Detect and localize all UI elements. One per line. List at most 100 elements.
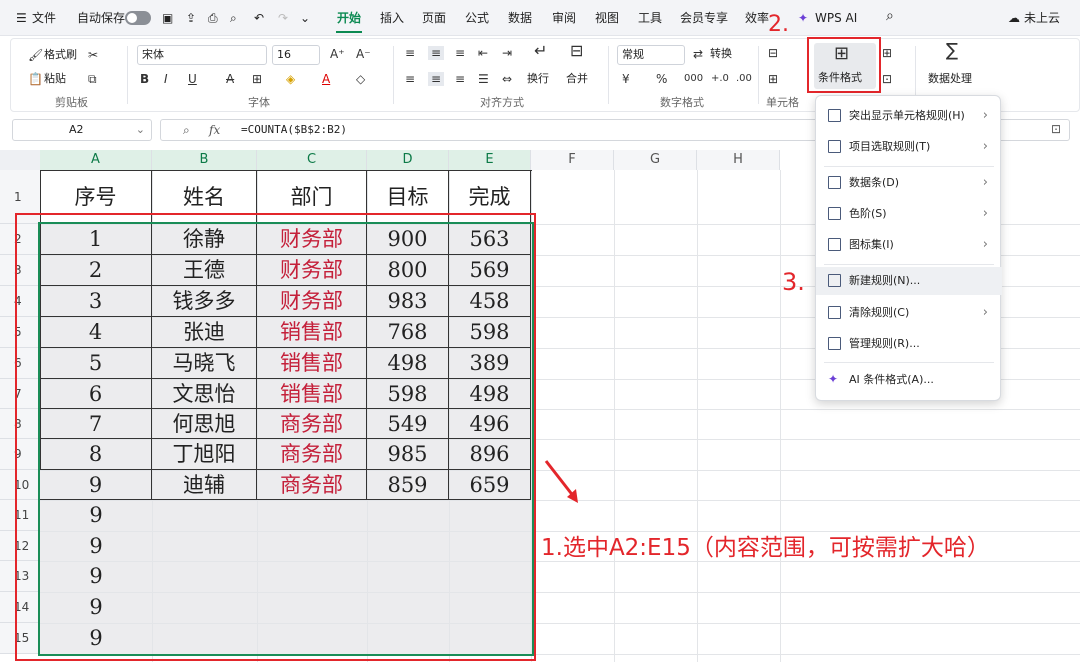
chevron-right-icon: › bbox=[982, 305, 988, 320]
manage-rules-icon bbox=[828, 337, 841, 350]
convert-button[interactable]: 转换 bbox=[710, 47, 732, 61]
hamburger-icon[interactable]: ☰ bbox=[16, 10, 27, 26]
table-style-icon[interactable]: ⊞ bbox=[882, 46, 892, 60]
decrease-font-icon[interactable]: A⁻ bbox=[356, 47, 371, 61]
column-header-C[interactable]: C bbox=[257, 150, 367, 170]
row-col-icon[interactable]: ⊞ bbox=[768, 72, 778, 86]
column-header-B[interactable]: B bbox=[152, 150, 257, 170]
redo-icon[interactable]: ↷ bbox=[278, 10, 288, 26]
tab-tools[interactable]: 工具 bbox=[638, 10, 662, 26]
tab-formula[interactable]: 公式 bbox=[465, 10, 489, 26]
italic-icon[interactable]: I bbox=[164, 72, 168, 86]
fx-icon[interactable]: fx bbox=[209, 123, 220, 137]
cell-style-icon[interactable]: ⊡ bbox=[882, 72, 892, 86]
chevron-down-icon[interactable]: ⌄ bbox=[136, 120, 145, 140]
format-painter-button[interactable]: 格式刷 bbox=[44, 48, 77, 62]
column-header-E[interactable]: E bbox=[449, 150, 531, 170]
divider bbox=[127, 46, 128, 104]
clear-format-icon[interactable]: ◇ bbox=[356, 72, 365, 86]
chevron-down-icon[interactable]: ⌄ bbox=[300, 10, 310, 26]
menu-item-new-rule[interactable]: 新建规则(N)... bbox=[816, 267, 1002, 295]
strikethrough-icon[interactable]: A bbox=[226, 72, 234, 86]
step3-label: 3. bbox=[782, 268, 805, 296]
tab-home[interactable]: 开始 bbox=[337, 10, 361, 26]
file-menu[interactable]: 文件 bbox=[32, 10, 56, 26]
tab-view[interactable]: 视图 bbox=[595, 10, 619, 26]
print-icon[interactable]: ⎙ bbox=[208, 10, 218, 26]
column-header-F[interactable]: F bbox=[531, 150, 614, 170]
copy-icon[interactable]: ⧉ bbox=[88, 72, 97, 86]
menu-item-label: 清除规则(C) bbox=[849, 306, 910, 319]
justify-icon[interactable]: ☰ bbox=[478, 72, 489, 86]
column-header-H[interactable]: H bbox=[697, 150, 780, 170]
menu-item-label: 突出显示单元格规则(H) bbox=[849, 109, 965, 122]
font-size-select[interactable]: 16 bbox=[272, 45, 320, 65]
tab-review[interactable]: 审阅 bbox=[552, 10, 576, 26]
menu-item-clear-rules[interactable]: 清除规则(C) › bbox=[816, 299, 1002, 327]
wrap-icon[interactable]: ↵ bbox=[534, 43, 547, 59]
indent-decrease-icon[interactable]: ⇤ bbox=[478, 46, 488, 60]
cut-icon[interactable]: ✂ bbox=[88, 48, 98, 62]
export-icon[interactable]: ⇪ bbox=[186, 10, 196, 26]
menu-item-color-scales[interactable]: 色阶(S) › bbox=[816, 200, 1002, 228]
save-icon[interactable]: ▣ bbox=[162, 10, 173, 26]
wps-ai-tab[interactable]: WPS AI bbox=[815, 10, 857, 26]
menu-item-label: AI 条件格式(A)... bbox=[849, 373, 934, 386]
bold-icon[interactable]: B bbox=[140, 72, 149, 86]
print-preview-icon[interactable]: ⌕ bbox=[230, 10, 237, 26]
search-icon[interactable]: ⌕ bbox=[886, 8, 894, 24]
merge-button[interactable]: 合并 bbox=[566, 72, 588, 86]
decrease-decimal-icon[interactable]: .00 bbox=[736, 72, 752, 86]
increase-decimal-icon[interactable]: +.0 bbox=[711, 72, 729, 86]
number-format-select[interactable]: 常规 bbox=[617, 45, 685, 65]
currency-icon[interactable]: ¥ bbox=[622, 72, 630, 86]
menu-item-ai-cond-format[interactable]: ✦ AI 条件格式(A)... bbox=[816, 366, 1002, 394]
divider bbox=[824, 166, 994, 167]
distribute-icon[interactable]: ⇔ bbox=[502, 72, 512, 86]
font-name-select[interactable]: 宋体 bbox=[137, 45, 267, 65]
merge-icon[interactable]: ⊟ bbox=[570, 43, 583, 59]
column-header-G[interactable]: G bbox=[614, 150, 697, 170]
tab-member[interactable]: 会员专享 bbox=[680, 10, 728, 26]
cell-fill-icon[interactable]: ⊟ bbox=[768, 46, 778, 60]
border-icon[interactable]: ⊞ bbox=[252, 72, 262, 86]
menu-item-manage-rules[interactable]: 管理规则(R)... bbox=[816, 330, 1002, 358]
align-right-icon[interactable]: ≡ bbox=[455, 72, 465, 86]
indent-increase-icon[interactable]: ⇥ bbox=[502, 46, 512, 60]
column-header-D[interactable]: D bbox=[367, 150, 449, 170]
select-all-corner[interactable] bbox=[0, 150, 40, 170]
align-center-icon[interactable]: ≡ bbox=[428, 72, 445, 86]
data-bars-icon bbox=[828, 176, 841, 189]
align-middle-icon[interactable]: ≡ bbox=[428, 46, 445, 60]
fill-color-icon[interactable]: ◈ bbox=[286, 72, 295, 86]
data-process-button[interactable]: 数据处理 bbox=[928, 72, 972, 86]
icon-sets-icon bbox=[828, 238, 841, 251]
align-bottom-icon[interactable]: ≡ bbox=[455, 46, 465, 60]
increase-font-icon[interactable]: A⁺ bbox=[330, 47, 345, 61]
align-left-icon[interactable]: ≡ bbox=[405, 72, 415, 86]
font-color-icon[interactable]: A bbox=[322, 72, 330, 86]
menu-item-top-bottom-rules[interactable]: 项目选取规则(T) › bbox=[816, 133, 1002, 161]
menu-item-highlight-rules[interactable]: 突出显示单元格规则(H) › bbox=[816, 102, 1002, 130]
tab-data[interactable]: 数据 bbox=[508, 10, 532, 26]
cloud-status[interactable]: 未上云 bbox=[1024, 10, 1060, 26]
name-box[interactable]: A2 ⌄ bbox=[12, 119, 152, 141]
zoom-icon[interactable]: ⌕ bbox=[183, 123, 190, 138]
percent-icon[interactable]: % bbox=[656, 72, 667, 86]
name-box-value: A2 bbox=[69, 123, 84, 136]
align-top-icon[interactable]: ≡ bbox=[405, 46, 415, 60]
tab-page[interactable]: 页面 bbox=[422, 10, 446, 26]
tab-efficiency[interactable]: 效率 bbox=[745, 10, 769, 26]
paste-button[interactable]: 粘贴 bbox=[44, 72, 66, 86]
undo-icon[interactable]: ↶ bbox=[254, 10, 264, 26]
autosave-toggle[interactable] bbox=[125, 11, 151, 25]
ai-sparkle-icon: ✦ bbox=[828, 372, 839, 386]
expand-formula-icon[interactable]: ⊡ bbox=[1051, 122, 1061, 136]
column-header-A[interactable]: A bbox=[40, 150, 152, 170]
menu-item-icon-sets[interactable]: 图标集(I) › bbox=[816, 231, 1002, 259]
wrap-button[interactable]: 换行 bbox=[527, 72, 549, 86]
tab-insert[interactable]: 插入 bbox=[380, 10, 404, 26]
menu-item-data-bars[interactable]: 数据条(D) › bbox=[816, 169, 1002, 197]
underline-icon[interactable]: U bbox=[188, 72, 197, 86]
thousands-icon[interactable]: 000 bbox=[684, 72, 703, 86]
